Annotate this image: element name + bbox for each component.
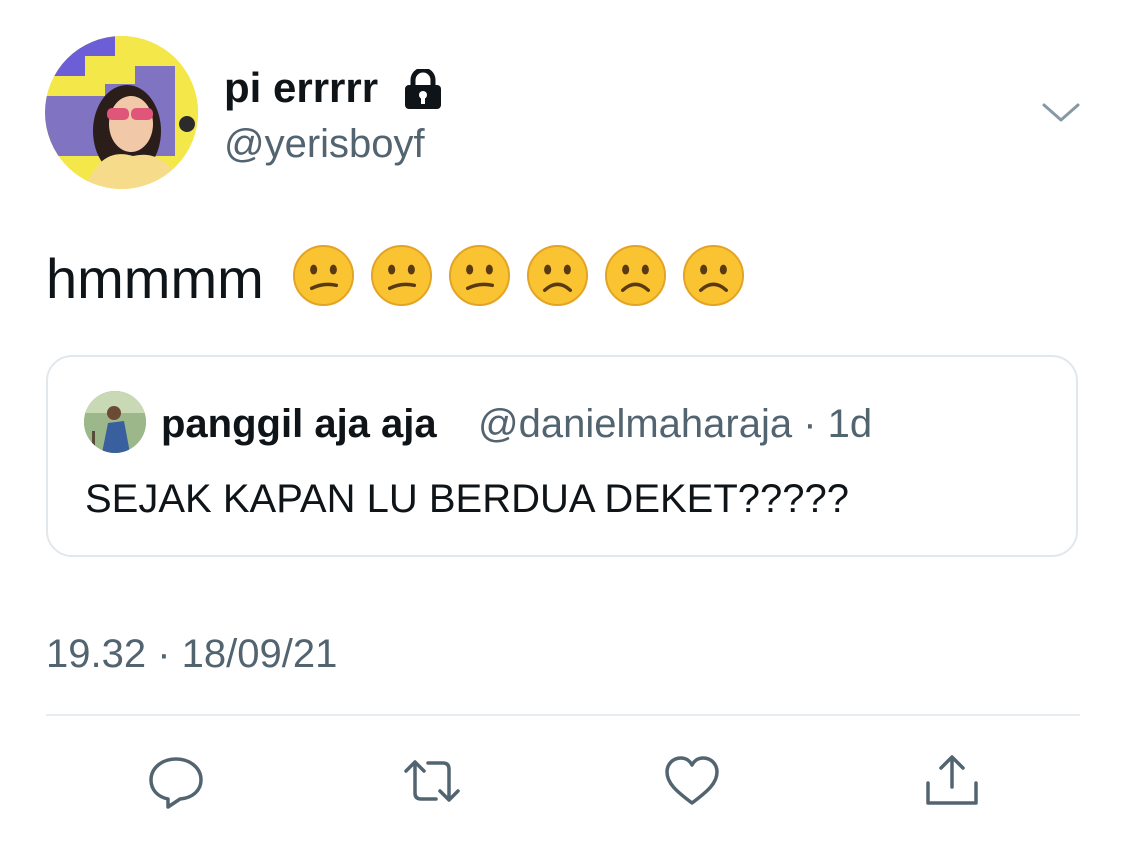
frowning-face-icon xyxy=(526,244,589,307)
divider xyxy=(46,714,1080,716)
retweet-icon xyxy=(404,760,460,802)
tweet-timestamp[interactable]: 19.32 · 18/09/21 xyxy=(46,630,337,678)
like-icon xyxy=(665,756,719,805)
confused-face-icon xyxy=(448,244,511,307)
confused-face-icon xyxy=(292,244,355,307)
lock-icon xyxy=(402,67,444,109)
frowning-face-icon xyxy=(682,244,745,307)
reply-icon xyxy=(149,757,203,809)
retweet-button[interactable] xyxy=(402,753,462,809)
like-button[interactable] xyxy=(662,753,722,809)
quoted-author-avatar xyxy=(84,391,146,453)
author-avatar[interactable] xyxy=(45,36,198,189)
share-icon xyxy=(926,755,978,805)
confused-face-icon xyxy=(370,244,433,307)
quoted-tweet-text: SEJAK KAPAN LU BERDUA DEKET????? xyxy=(85,477,850,521)
chevron-down-icon[interactable] xyxy=(1040,98,1082,128)
quoted-tweet-card[interactable] xyxy=(46,355,1078,557)
reply-button[interactable] xyxy=(146,753,206,809)
quoted-display-name: panggil aja aja xyxy=(161,402,437,446)
share-button[interactable] xyxy=(922,753,982,809)
quoted-handle-time: @danielmaharaja · 1d xyxy=(478,402,873,446)
tweet-text: hmmmm xyxy=(46,247,264,310)
frowning-face-icon xyxy=(604,244,667,307)
author-display-name[interactable]: pi errrrr xyxy=(224,62,378,114)
author-handle[interactable]: @yerisboyf xyxy=(224,120,425,168)
